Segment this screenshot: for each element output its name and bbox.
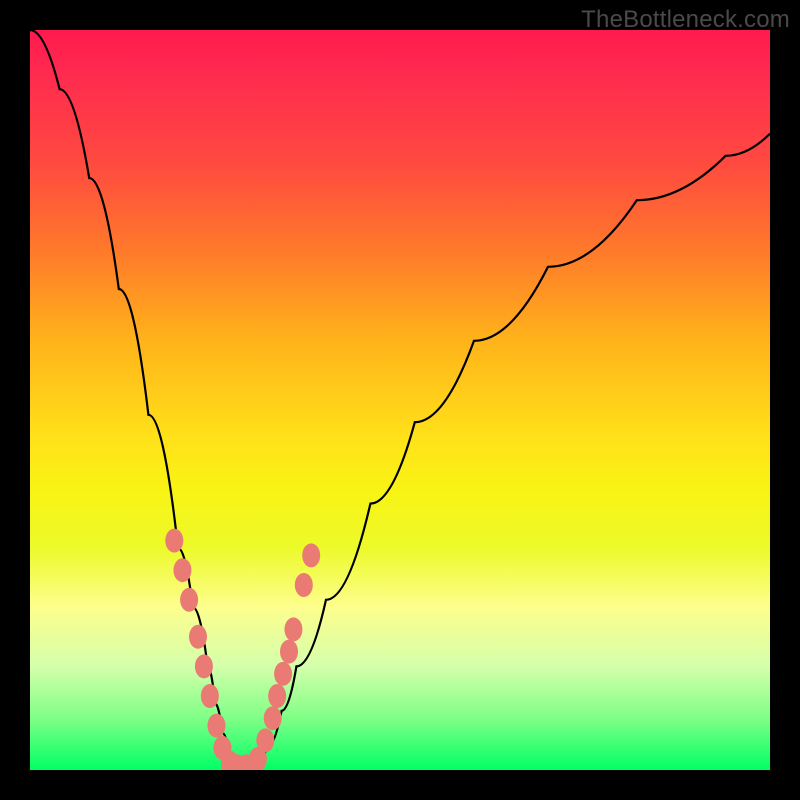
chart-container: TheBottleneck.com bbox=[0, 0, 800, 800]
highlight-point bbox=[195, 654, 213, 678]
watermark-text: TheBottleneck.com bbox=[581, 6, 790, 34]
highlight-point bbox=[207, 714, 225, 738]
bottleneck-curve bbox=[30, 30, 770, 770]
highlight-point bbox=[180, 588, 198, 612]
highlight-point bbox=[201, 684, 219, 708]
curve-layer bbox=[30, 30, 770, 770]
highlight-point bbox=[302, 543, 320, 567]
highlight-point bbox=[268, 684, 286, 708]
highlight-point bbox=[274, 662, 292, 686]
highlight-point bbox=[173, 558, 191, 582]
highlight-point bbox=[256, 728, 274, 752]
highlight-point bbox=[280, 640, 298, 664]
highlight-point bbox=[264, 706, 282, 730]
highlight-point bbox=[295, 573, 313, 597]
highlight-point bbox=[189, 625, 207, 649]
highlighted-points-group bbox=[165, 529, 320, 770]
plot-area bbox=[30, 30, 770, 770]
highlight-point bbox=[284, 617, 302, 641]
highlight-point bbox=[165, 529, 183, 553]
